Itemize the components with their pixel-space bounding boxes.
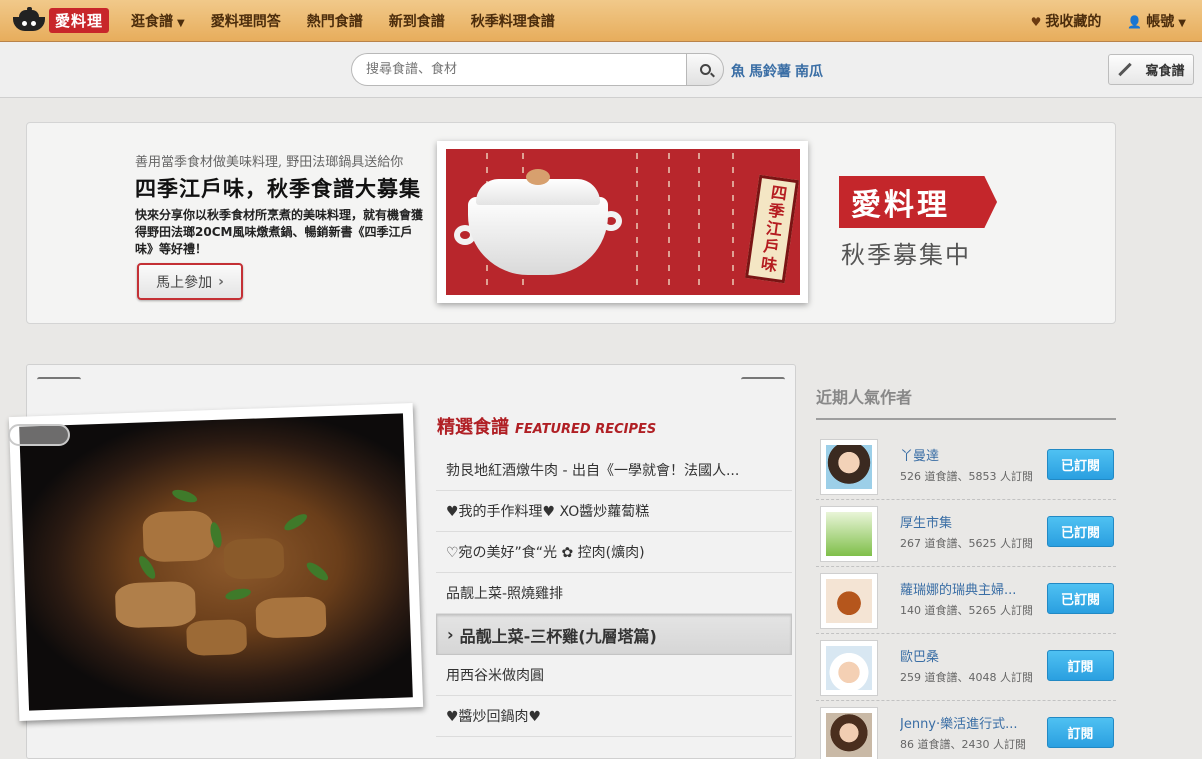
site-logo[interactable]: 愛料理 <box>12 7 110 33</box>
write-recipe-button[interactable]: 寫食譜 <box>1108 54 1194 85</box>
quick-tag-pumpkin[interactable]: 南瓜 <box>795 61 823 81</box>
featured-recipe-list: 勃艮地紅酒燉牛肉 - 出自《一學就會！法國人... ♥我的手作料理♥ XO醬炒蘿… <box>436 450 792 737</box>
author-list: 丫曼達 526 道食譜、5853 人訂閱 已訂閱 厚生市集 267 道食譜、56… <box>816 433 1116 759</box>
chevron-down-icon: ▼ <box>177 18 185 29</box>
banner-description: 快來分享你以秋季食材所烹煮的美味料理，就有機會獲得野田法瑯20CM風味燉煮鍋、暢… <box>135 208 424 256</box>
nav-popular[interactable]: 熱門食譜 <box>307 11 363 31</box>
author-item: 丫曼達 526 道食譜、5853 人訂閱 已訂閱 <box>816 433 1116 500</box>
nav-browse-recipes[interactable]: 逛食譜 ▼ <box>131 11 185 31</box>
nav-favorites[interactable]: ♥ 我收藏的 <box>1031 11 1102 31</box>
chevron-down-icon: ▼ <box>1178 18 1186 29</box>
nav-new[interactable]: 新到食譜 <box>389 11 445 31</box>
author-name[interactable]: 歐巴桑 <box>900 646 1032 665</box>
author-name[interactable]: Jenny·樂活進行式... <box>900 713 1032 732</box>
avatar[interactable] <box>820 439 878 495</box>
recipe-link[interactable]: 用西谷米做肉圓 <box>436 655 792 696</box>
popular-authors-title: 近期人氣作者 <box>816 388 913 407</box>
recipe-link[interactable]: ♥醬炒回鍋肉♥ <box>436 696 792 737</box>
banner-logo-subtitle: 秋季募集中 <box>841 241 971 269</box>
subscribe-button[interactable]: 訂閱 <box>1047 650 1114 681</box>
featured-photo[interactable] <box>8 403 424 721</box>
divider <box>816 418 1116 420</box>
recipe-link[interactable]: 品靓上菜-照燒雞排 <box>436 573 792 614</box>
top-navigation: 愛料理 逛食譜 ▼ 愛料理問答 熱門食譜 新到食譜 秋季料理食譜 ♥ 我收藏的 👤 帳… <box>0 0 1202 42</box>
pot-logo-icon <box>12 7 46 32</box>
subscribe-button[interactable]: 已訂閱 <box>1047 449 1114 480</box>
binder-clip-icon <box>741 377 785 382</box>
author-item: 歐巴桑 259 道食譜、4048 人訂閱 訂閱 <box>816 634 1116 701</box>
author-item: 厚生市集 267 道食譜、5625 人訂閱 已訂閱 <box>816 500 1116 567</box>
author-stats: 526 道食譜、5853 人訂閱 <box>900 470 1033 483</box>
subscribe-button[interactable]: 訂閱 <box>1047 717 1114 748</box>
quick-tag-fish[interactable]: 魚 <box>731 61 745 81</box>
paperclip-icon <box>8 424 70 446</box>
author-name[interactable]: 丫曼達 <box>900 445 1032 464</box>
avatar[interactable] <box>820 573 878 629</box>
chevron-right-icon: › <box>218 273 224 290</box>
search-bar: 魚 馬鈴薯 南瓜 寫食譜 <box>0 42 1202 98</box>
recipe-link[interactable]: ♡宛の美好”食“光 ✿ 控肉(爌肉) <box>436 532 792 573</box>
subscribe-button[interactable]: 已訂閱 <box>1047 583 1114 614</box>
banner-subtitle: 善用當季食材做美味料理, 野田法瑯鍋具送給你 <box>135 155 404 170</box>
author-name[interactable]: 蘿瑞娜的瑞典主婦... <box>900 579 1032 598</box>
chevron-right-icon: › <box>447 625 454 644</box>
avatar[interactable] <box>820 506 878 562</box>
avatar[interactable] <box>820 707 878 759</box>
subscribe-button[interactable]: 已訂閱 <box>1047 516 1114 547</box>
search-input[interactable] <box>351 53 687 86</box>
promo-banner[interactable]: 善用當季食材做美味料理, 野田法瑯鍋具送給你 四季江戶味，秋季食譜大募集 快來分… <box>26 122 1116 324</box>
join-button[interactable]: 馬上參加 › <box>137 263 243 300</box>
author-stats: 86 道食譜、2430 人訂閱 <box>900 738 1026 751</box>
author-name[interactable]: 厚生市集 <box>900 512 1032 531</box>
user-icon: 👤 <box>1127 15 1143 29</box>
pencil-icon <box>1118 62 1133 77</box>
author-stats: 259 道食譜、4048 人訂閱 <box>900 671 1033 684</box>
logo-text: 愛料理 <box>49 7 110 33</box>
main-menu: 逛食譜 ▼ 愛料理問答 熱門食譜 新到食譜 秋季料理食譜 <box>131 0 581 42</box>
heart-icon: ♥ <box>1030 15 1042 29</box>
banner-title: 四季江戶味，秋季食譜大募集 <box>135 177 421 201</box>
avatar[interactable] <box>820 640 878 696</box>
author-item: Jenny·樂活進行式... 86 道食譜、2430 人訂閱 訂閱 <box>816 701 1116 759</box>
author-item: 蘿瑞娜的瑞典主婦... 140 道食譜、5265 人訂閱 已訂閱 <box>816 567 1116 634</box>
search-button[interactable] <box>686 53 724 86</box>
recipe-link[interactable]: ♥我的手作料理♥ XO醬炒蘿蔔糕 <box>436 491 792 532</box>
quick-tags: 魚 馬鈴薯 南瓜 <box>731 61 827 81</box>
edo-book-tag: 四季江戶味 <box>744 174 800 284</box>
nav-qa[interactable]: 愛料理問答 <box>211 11 281 31</box>
binder-clip-icon <box>37 377 81 382</box>
banner-photo: 四季江戶味 <box>437 141 808 303</box>
quick-tag-potato[interactable]: 馬鈴薯 <box>749 61 791 81</box>
author-stats: 267 道食譜、5625 人訂閱 <box>900 537 1033 550</box>
recipe-link-active[interactable]: › 品靓上菜-三杯雞(九層塔篇) <box>436 614 792 655</box>
nav-autumn[interactable]: 秋季料理食譜 <box>471 11 555 31</box>
user-menu: ♥ 我收藏的 👤 帳號 ▼ <box>1005 0 1186 42</box>
search-icon <box>699 64 711 75</box>
nav-account[interactable]: 👤 帳號 ▼ <box>1127 11 1186 31</box>
author-stats: 140 道食譜、5265 人訂閱 <box>900 604 1033 617</box>
featured-title: 精選食譜 FEATURED RECIPES <box>437 417 657 438</box>
banner-logo: 愛料理 <box>839 176 997 228</box>
recipe-link[interactable]: 勃艮地紅酒燉牛肉 - 出自《一學就會！法國人... <box>436 450 792 491</box>
